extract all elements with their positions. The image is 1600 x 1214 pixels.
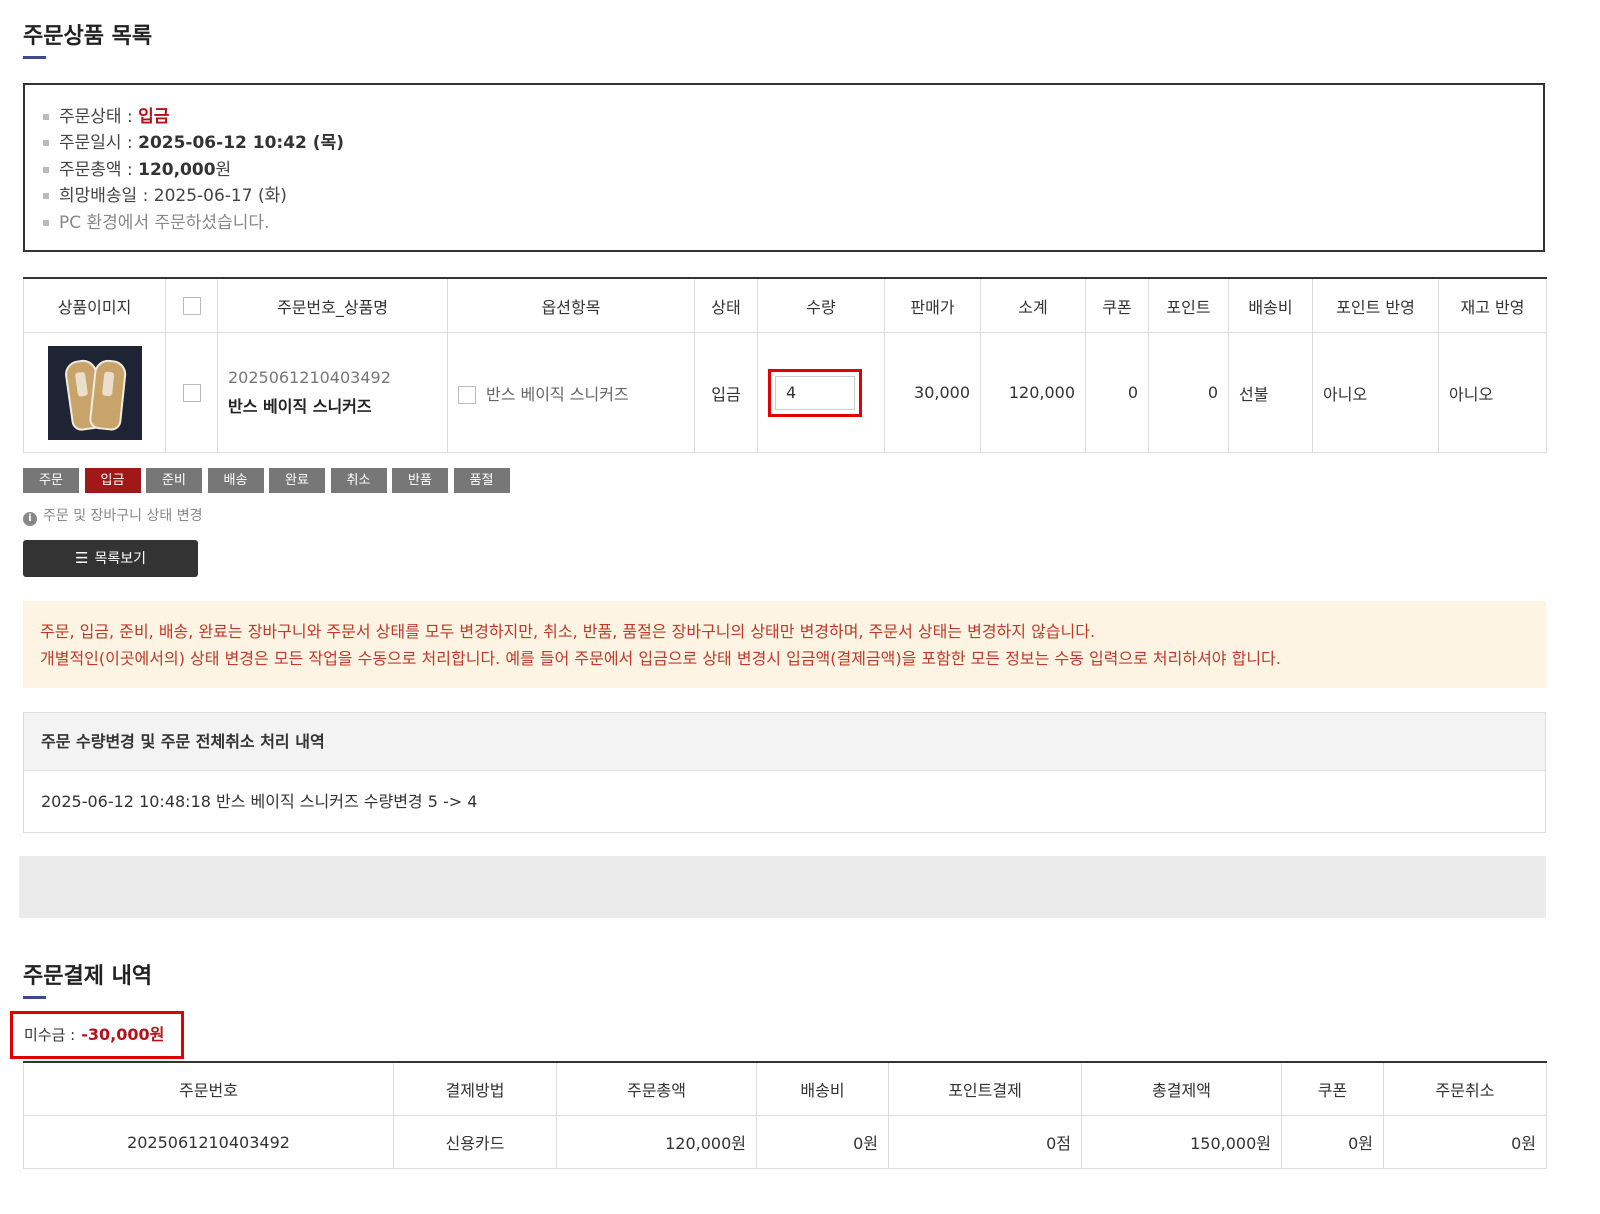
product-name[interactable]: 반스 베이직 스니커즈	[228, 393, 446, 417]
delivery-date-value: 2025-06-17 (화)	[153, 186, 287, 207]
table-header-row: 상품이미지 주문번호_상품명 옵션항목 상태 수량 판매가 소계 쿠폰 포인트 …	[23, 277, 1547, 333]
header-option: 옵션항목	[447, 277, 695, 333]
status-button-return[interactable]: 반품	[392, 468, 448, 493]
cell-order-product: 2025061210403492 반스 베이직 스니커즈	[217, 332, 448, 453]
status-button-prepare[interactable]: 준비	[146, 468, 202, 493]
unpaid-label: 미수금 :	[24, 1026, 76, 1044]
info-status: 주문상태 : 입금	[43, 104, 1543, 130]
cell-status: 입금	[694, 332, 758, 453]
pay-header-order-no: 주문번호	[23, 1061, 394, 1116]
hint-text: 주문 및 장바구니 상태 변경	[43, 508, 203, 524]
pay-cell-coupon: 0원	[1281, 1115, 1384, 1169]
status-button-cancel[interactable]: 취소	[330, 468, 387, 493]
header-status: 상태	[694, 277, 758, 333]
info-date: 주문일시 : 2025-06-12 10:42 (목)	[43, 130, 1543, 156]
payment-table: 주문번호 결제방법 주문총액 배송비 포인트결제 총결제액 쿠폰 주문취소 20…	[23, 1061, 1547, 1169]
status-value: 입금	[138, 107, 170, 127]
pay-cell-paid: 150,000원	[1081, 1115, 1282, 1169]
title-underline	[23, 996, 46, 999]
unpaid-amount-box: 미수금 : -30,000원	[10, 1011, 184, 1059]
order-info-box: 주문상태 : 입금 주문일시 : 2025-06-12 10:42 (목) 주문…	[23, 83, 1545, 252]
cell-point-apply: 아니오	[1312, 332, 1439, 453]
pay-cell-shipping: 0원	[756, 1115, 889, 1169]
change-log-box: 주문 수량변경 및 주문 전체취소 처리 내역 2025-06-12 10:48…	[23, 712, 1546, 833]
order-items-table: 상품이미지 주문번호_상품명 옵션항목 상태 수량 판매가 소계 쿠폰 포인트 …	[23, 277, 1547, 453]
list-icon: ☰	[75, 549, 89, 567]
order-date-value: 2025-06-12 10:42 (목)	[138, 133, 344, 154]
option-checkbox[interactable]	[458, 386, 476, 404]
pay-cell-cancel: 0원	[1383, 1115, 1547, 1169]
section-title-payment: 주문결제 내역	[23, 964, 153, 989]
cell-subtotal: 120,000	[980, 332, 1086, 453]
pay-header-total: 주문총액	[556, 1061, 757, 1116]
status-change-hint: i 주문 및 장바구니 상태 변경	[23, 505, 202, 526]
pay-cell-point: 0점	[888, 1115, 1082, 1169]
header-coupon: 쿠폰	[1085, 277, 1149, 333]
info-icon: i	[23, 512, 37, 526]
header-stock-apply: 재고 반영	[1438, 277, 1547, 333]
cell-price: 30,000	[884, 332, 981, 453]
unpaid-amount: -30,000원	[81, 1025, 165, 1044]
qty-highlight-box	[768, 368, 862, 417]
cell-coupon: 0	[1085, 332, 1149, 453]
header-point: 포인트	[1148, 277, 1229, 333]
pay-header-coupon: 쿠폰	[1281, 1061, 1384, 1116]
pay-cell-order-no: 2025061210403492	[23, 1115, 394, 1169]
pay-header-shipping: 배송비	[756, 1061, 889, 1116]
payment-header-row: 주문번호 결제방법 주문총액 배송비 포인트결제 총결제액 쿠폰 주문취소	[23, 1061, 1547, 1116]
header-select-all	[165, 277, 218, 333]
status-button-paid[interactable]: 입금	[84, 468, 141, 493]
notice-line-2: 개별적인(이곳에서의) 상태 변경은 모든 작업을 수동으로 처리합니다. 예를…	[40, 649, 1281, 668]
row-checkbox[interactable]	[182, 384, 201, 403]
order-number[interactable]: 2025061210403492	[228, 368, 446, 387]
cell-image	[23, 332, 166, 453]
cell-point: 0	[1148, 332, 1229, 453]
quantity-input[interactable]	[775, 375, 855, 410]
cell-option: 반스 베이직 스니커즈	[447, 332, 695, 453]
product-thumbnail[interactable]	[47, 345, 142, 440]
info-total: 주문총액 : 120,000원	[43, 157, 1543, 183]
gray-spacer-band	[19, 856, 1546, 918]
header-point-apply: 포인트 반영	[1312, 277, 1439, 333]
order-total-value: 120,000	[138, 159, 216, 180]
info-delivery: 희망배송일 : 2025-06-17 (화)	[43, 183, 1543, 209]
list-view-button[interactable]: ☰ 목록보기	[23, 540, 198, 577]
status-button-order[interactable]: 주문	[23, 468, 79, 493]
status-button-complete[interactable]: 완료	[269, 468, 325, 493]
pay-header-point: 포인트결제	[888, 1061, 1082, 1116]
change-log-entry: 2025-06-12 10:48:18 반스 베이직 스니커즈 수량변경 5 -…	[41, 792, 478, 811]
list-button-label: 목록보기	[94, 551, 146, 567]
header-order-product: 주문번호_상품명	[217, 277, 448, 333]
page: 주문상품 목록 주문상태 : 입금 주문일시 : 2025-06-12 10:4…	[0, 0, 1600, 1214]
header-qty: 수량	[757, 277, 885, 333]
pay-header-cancel: 주문취소	[1383, 1061, 1547, 1116]
cell-select	[165, 332, 218, 453]
cell-qty	[757, 332, 885, 453]
header-image: 상품이미지	[23, 277, 166, 333]
cell-stock-apply: 아니오	[1438, 332, 1547, 453]
status-button-soldout[interactable]: 품절	[453, 468, 510, 493]
table-row: 2025061210403492 반스 베이직 스니커즈 반스 베이직 스니커즈…	[23, 332, 1547, 453]
notice-line-1: 주문, 입금, 준비, 배송, 완료는 장바구니와 주문서 상태를 모두 변경하…	[40, 622, 1096, 641]
table-row: 2025061210403492 신용카드 120,000원 0원 0점 150…	[23, 1115, 1547, 1169]
status-button-shipping[interactable]: 배송	[207, 468, 264, 493]
notice-box: 주문, 입금, 준비, 배송, 완료는 장바구니와 주문서 상태를 모두 변경하…	[23, 601, 1546, 688]
cell-shipping: 선불	[1228, 332, 1313, 453]
select-all-checkbox[interactable]	[182, 297, 201, 316]
pay-header-method: 결제방법	[393, 1061, 557, 1116]
title-underline	[23, 56, 46, 59]
header-subtotal: 소계	[980, 277, 1086, 333]
status-button-group: 주문 입금 준비 배송 완료 취소 반품 품절	[23, 468, 515, 493]
option-label: 반스 베이직 스니커즈	[486, 384, 629, 404]
pay-cell-total: 120,000원	[556, 1115, 757, 1169]
shoe-shape	[87, 358, 128, 431]
header-price: 판매가	[884, 277, 981, 333]
pay-cell-method: 신용카드	[393, 1115, 557, 1169]
info-env: PC 환경에서 주문하셨습니다.	[43, 210, 1543, 236]
header-shipping: 배송비	[1228, 277, 1313, 333]
section-title-order-items: 주문상품 목록	[23, 24, 153, 49]
pay-header-paid: 총결제액	[1081, 1061, 1282, 1116]
change-log-title: 주문 수량변경 및 주문 전체취소 처리 내역	[24, 713, 1545, 771]
